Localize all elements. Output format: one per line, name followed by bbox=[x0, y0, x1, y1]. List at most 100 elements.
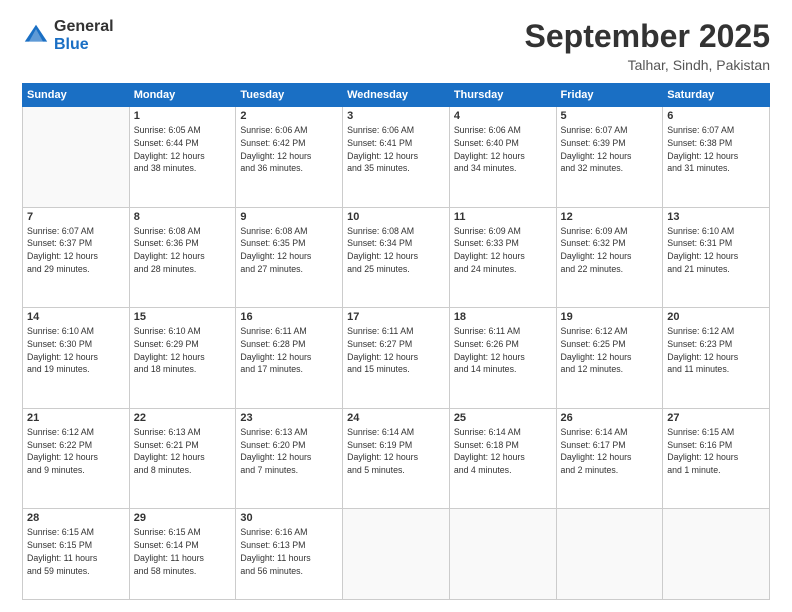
day-info: Sunrise: 6:11 AMSunset: 6:26 PMDaylight:… bbox=[454, 325, 552, 376]
table-row: 5 Sunrise: 6:07 AMSunset: 6:39 PMDaylight… bbox=[556, 107, 663, 208]
day-info: Sunrise: 6:08 AMSunset: 6:34 PMDaylight:… bbox=[347, 225, 445, 276]
calendar-table: Sunday Monday Tuesday Wednesday Thursday… bbox=[22, 83, 770, 600]
day-info: Sunrise: 6:14 AMSunset: 6:18 PMDaylight:… bbox=[454, 426, 552, 477]
day-number: 19 bbox=[561, 311, 659, 323]
table-row: 16 Sunrise: 6:11 AMSunset: 6:28 PMDayligh… bbox=[236, 308, 343, 409]
day-number: 12 bbox=[561, 211, 659, 223]
logo-icon bbox=[22, 22, 50, 50]
day-info: Sunrise: 6:14 AMSunset: 6:17 PMDaylight:… bbox=[561, 426, 659, 477]
table-row: 17 Sunrise: 6:11 AMSunset: 6:27 PMDayligh… bbox=[343, 308, 450, 409]
day-number: 22 bbox=[134, 412, 232, 424]
day-number: 27 bbox=[667, 412, 765, 424]
day-info: Sunrise: 6:08 AMSunset: 6:35 PMDaylight:… bbox=[240, 225, 338, 276]
day-info: Sunrise: 6:11 AMSunset: 6:28 PMDaylight:… bbox=[240, 325, 338, 376]
day-info: Sunrise: 6:10 AMSunset: 6:30 PMDaylight:… bbox=[27, 325, 125, 376]
table-row: 12 Sunrise: 6:09 AMSunset: 6:32 PMDayligh… bbox=[556, 207, 663, 308]
table-row bbox=[663, 509, 770, 600]
table-row: 27Sunrise: 6:15 AMSunset: 6:16 PMDayligh… bbox=[663, 408, 770, 509]
day-info: Sunrise: 6:06 AMSunset: 6:41 PMDaylight:… bbox=[347, 124, 445, 175]
day-info: Sunrise: 6:08 AMSunset: 6:36 PMDaylight:… bbox=[134, 225, 232, 276]
day-info: Sunrise: 6:05 AMSunset: 6:44 PMDaylight:… bbox=[134, 124, 232, 175]
calendar-location: Talhar, Sindh, Pakistan bbox=[525, 57, 770, 73]
col-saturday: Saturday bbox=[663, 84, 770, 107]
day-number: 11 bbox=[454, 211, 552, 223]
day-number: 8 bbox=[134, 211, 232, 223]
table-row: 7Sunrise: 6:07 AMSunset: 6:37 PMDaylight… bbox=[23, 207, 130, 308]
day-number: 15 bbox=[134, 311, 232, 323]
col-tuesday: Tuesday bbox=[236, 84, 343, 107]
table-row bbox=[449, 509, 556, 600]
day-number: 25 bbox=[454, 412, 552, 424]
table-row: 6Sunrise: 6:07 AMSunset: 6:38 PMDaylight… bbox=[663, 107, 770, 208]
day-number: 26 bbox=[561, 412, 659, 424]
logo-general-text: General bbox=[54, 18, 114, 36]
calendar-week-4: 21 Sunrise: 6:12 AMSunset: 6:22 PMDayligh… bbox=[23, 408, 770, 509]
day-info: Sunrise: 6:12 AMSunset: 6:25 PMDaylight:… bbox=[561, 325, 659, 376]
title-block: September 2025 Talhar, Sindh, Pakistan bbox=[525, 18, 770, 73]
day-info: Sunrise: 6:15 AMSunset: 6:14 PMDaylight:… bbox=[134, 526, 232, 577]
day-number: 23 bbox=[240, 412, 338, 424]
day-number: 24 bbox=[347, 412, 445, 424]
day-number: 20 bbox=[667, 311, 765, 323]
day-info: Sunrise: 6:13 AMSunset: 6:21 PMDaylight:… bbox=[134, 426, 232, 477]
day-info: Sunrise: 6:16 AMSunset: 6:13 PMDaylight:… bbox=[240, 526, 338, 577]
day-number: 21 bbox=[27, 412, 125, 424]
calendar-week-5: 28 Sunrise: 6:15 AMSunset: 6:15 PMDayligh… bbox=[23, 509, 770, 600]
table-row: 19 Sunrise: 6:12 AMSunset: 6:25 PMDayligh… bbox=[556, 308, 663, 409]
table-row bbox=[343, 509, 450, 600]
day-number: 18 bbox=[454, 311, 552, 323]
day-info: Sunrise: 6:09 AMSunset: 6:32 PMDaylight:… bbox=[561, 225, 659, 276]
table-row: 13 Sunrise: 6:10 AMSunset: 6:31 PMDayligh… bbox=[663, 207, 770, 308]
calendar-title: September 2025 bbox=[525, 18, 770, 55]
table-row: 11 Sunrise: 6:09 AMSunset: 6:33 PMDayligh… bbox=[449, 207, 556, 308]
col-monday: Monday bbox=[129, 84, 236, 107]
day-number: 28 bbox=[27, 512, 125, 524]
table-row: 21 Sunrise: 6:12 AMSunset: 6:22 PMDayligh… bbox=[23, 408, 130, 509]
day-number: 5 bbox=[561, 110, 659, 122]
table-row: 26 Sunrise: 6:14 AMSunset: 6:17 PMDayligh… bbox=[556, 408, 663, 509]
table-row: 29 Sunrise: 6:15 AMSunset: 6:14 PMDayligh… bbox=[129, 509, 236, 600]
table-row: 18 Sunrise: 6:11 AMSunset: 6:26 PMDayligh… bbox=[449, 308, 556, 409]
logo-blue-text: Blue bbox=[54, 36, 114, 54]
day-info: Sunrise: 6:07 AMSunset: 6:37 PMDaylight:… bbox=[27, 225, 125, 276]
day-info: Sunrise: 6:07 AMSunset: 6:39 PMDaylight:… bbox=[561, 124, 659, 175]
day-number: 17 bbox=[347, 311, 445, 323]
table-row: 15Sunrise: 6:10 AMSunset: 6:29 PMDayligh… bbox=[129, 308, 236, 409]
day-number: 30 bbox=[240, 512, 338, 524]
day-number: 2 bbox=[240, 110, 338, 122]
day-info: Sunrise: 6:06 AMSunset: 6:42 PMDaylight:… bbox=[240, 124, 338, 175]
day-info: Sunrise: 6:11 AMSunset: 6:27 PMDaylight:… bbox=[347, 325, 445, 376]
day-number: 6 bbox=[667, 110, 765, 122]
calendar-week-2: 7Sunrise: 6:07 AMSunset: 6:37 PMDaylight… bbox=[23, 207, 770, 308]
day-info: Sunrise: 6:12 AMSunset: 6:22 PMDaylight:… bbox=[27, 426, 125, 477]
table-row: 4Sunrise: 6:06 AMSunset: 6:40 PMDaylight… bbox=[449, 107, 556, 208]
day-info: Sunrise: 6:15 AMSunset: 6:15 PMDaylight:… bbox=[27, 526, 125, 577]
table-row bbox=[23, 107, 130, 208]
page-header: General Blue September 2025 Talhar, Sind… bbox=[22, 18, 770, 73]
day-info: Sunrise: 6:09 AMSunset: 6:33 PMDaylight:… bbox=[454, 225, 552, 276]
day-number: 1 bbox=[134, 110, 232, 122]
table-row: 1 Sunrise: 6:05 AMSunset: 6:44 PMDaylight… bbox=[129, 107, 236, 208]
day-number: 9 bbox=[240, 211, 338, 223]
calendar-header-row: Sunday Monday Tuesday Wednesday Thursday… bbox=[23, 84, 770, 107]
day-number: 3 bbox=[347, 110, 445, 122]
calendar-week-3: 14Sunrise: 6:10 AMSunset: 6:30 PMDayligh… bbox=[23, 308, 770, 409]
col-thursday: Thursday bbox=[449, 84, 556, 107]
day-info: Sunrise: 6:10 AMSunset: 6:31 PMDaylight:… bbox=[667, 225, 765, 276]
table-row: 22 Sunrise: 6:13 AMSunset: 6:21 PMDayligh… bbox=[129, 408, 236, 509]
col-sunday: Sunday bbox=[23, 84, 130, 107]
table-row: 24Sunrise: 6:14 AMSunset: 6:19 PMDayligh… bbox=[343, 408, 450, 509]
logo: General Blue bbox=[22, 18, 114, 53]
day-number: 13 bbox=[667, 211, 765, 223]
day-number: 16 bbox=[240, 311, 338, 323]
day-number: 10 bbox=[347, 211, 445, 223]
calendar-week-1: 1 Sunrise: 6:05 AMSunset: 6:44 PMDaylight… bbox=[23, 107, 770, 208]
table-row: 14Sunrise: 6:10 AMSunset: 6:30 PMDayligh… bbox=[23, 308, 130, 409]
table-row: 30 Sunrise: 6:16 AMSunset: 6:13 PMDayligh… bbox=[236, 509, 343, 600]
day-number: 29 bbox=[134, 512, 232, 524]
day-info: Sunrise: 6:12 AMSunset: 6:23 PMDaylight:… bbox=[667, 325, 765, 376]
table-row: 25 Sunrise: 6:14 AMSunset: 6:18 PMDayligh… bbox=[449, 408, 556, 509]
table-row: 3 Sunrise: 6:06 AMSunset: 6:41 PMDaylight… bbox=[343, 107, 450, 208]
col-wednesday: Wednesday bbox=[343, 84, 450, 107]
day-info: Sunrise: 6:06 AMSunset: 6:40 PMDaylight:… bbox=[454, 124, 552, 175]
